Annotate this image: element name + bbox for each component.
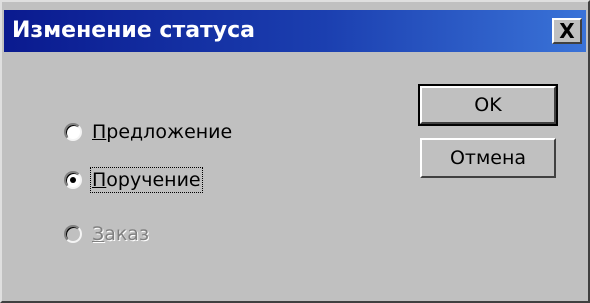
close-button[interactable]: X xyxy=(552,18,582,44)
status-change-dialog: Изменение статуса X Предложение Поручени… xyxy=(0,0,590,303)
radio-label: Заказ xyxy=(92,223,150,245)
radio-checked-dot xyxy=(70,177,76,183)
cancel-button[interactable]: Отмена xyxy=(420,138,556,178)
cancel-button-label: Отмена xyxy=(449,147,527,169)
radio-option-poruchenie[interactable]: Поручение xyxy=(64,166,203,194)
radio-label: Предложение xyxy=(92,121,233,143)
radio-icon xyxy=(64,225,82,243)
radio-icon[interactable] xyxy=(64,123,82,141)
radio-option-predlozhenie[interactable]: Предложение xyxy=(64,118,232,146)
radio-option-zakaz: Заказ xyxy=(64,220,149,248)
radio-label: Поручение xyxy=(90,167,203,193)
ok-button-label: OK xyxy=(474,94,502,116)
close-icon: X xyxy=(559,19,575,43)
window-title: Изменение статуса xyxy=(12,18,256,43)
radio-icon[interactable] xyxy=(64,171,82,189)
ok-button[interactable]: OK xyxy=(418,84,558,126)
title-bar[interactable]: Изменение статуса X xyxy=(4,10,586,52)
